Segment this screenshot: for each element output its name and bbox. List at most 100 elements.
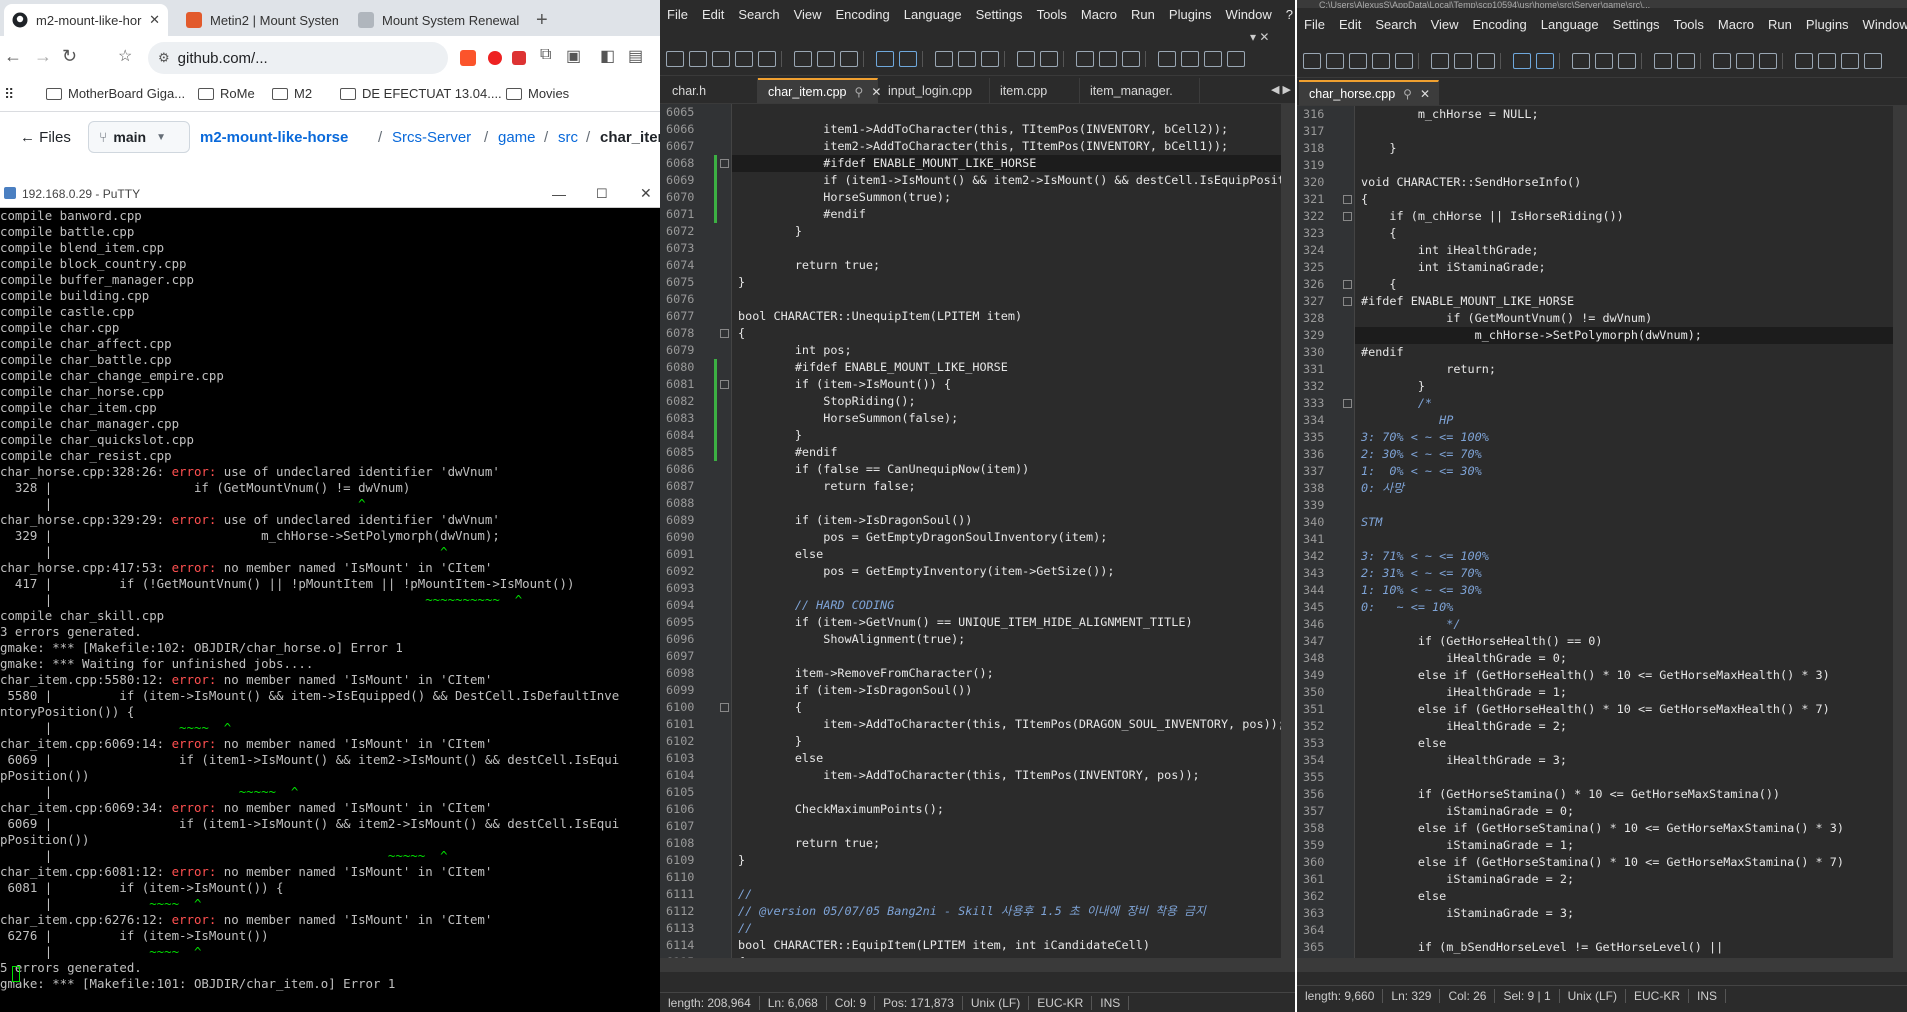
horizontal-scrollbar[interactable] bbox=[1297, 958, 1907, 972]
code-line[interactable]: #ifdef ENABLE_MOUNT_LIKE_HORSE bbox=[738, 359, 1008, 376]
bookmark-folder[interactable]: DE EFECTUAT 13.04.... bbox=[340, 86, 502, 101]
pin-icon[interactable]: ⚲ bbox=[1403, 87, 1412, 101]
function-list-icon[interactable] bbox=[1841, 52, 1859, 69]
maximize-icon[interactable]: ☐ bbox=[596, 186, 608, 202]
code-line[interactable]: iStaminaGrade = 3; bbox=[1361, 905, 1574, 922]
fold-marker-icon[interactable] bbox=[720, 380, 729, 389]
code-line[interactable]: HorseSummon(false); bbox=[738, 410, 958, 427]
tab-scroll-left-icon[interactable]: ◀ ▶ bbox=[1271, 83, 1291, 96]
find-icon[interactable] bbox=[1572, 52, 1590, 69]
code-line[interactable]: int pos; bbox=[738, 342, 852, 359]
media-icon[interactable]: ▣ bbox=[566, 46, 581, 66]
close-icon[interactable]: ✕ bbox=[640, 185, 652, 202]
menu-item[interactable]: Search bbox=[731, 7, 786, 22]
bookmark-folder[interactable]: RoMe bbox=[198, 86, 255, 101]
menu-item[interactable]: File bbox=[1297, 17, 1332, 32]
undo-icon[interactable] bbox=[876, 50, 894, 67]
code-line[interactable]: } bbox=[738, 733, 802, 750]
code-line[interactable]: HorseSummon(true); bbox=[738, 189, 951, 206]
save-icon[interactable] bbox=[712, 50, 730, 67]
save-icon[interactable] bbox=[1349, 52, 1367, 69]
menu-item[interactable]: Settings bbox=[969, 7, 1030, 22]
menu-item[interactable]: ? bbox=[1279, 7, 1295, 22]
file-tab[interactable]: input_login.cpp bbox=[878, 78, 990, 103]
breadcrumb-repo[interactable]: m2-mount-like-horse bbox=[200, 129, 348, 146]
code-line[interactable]: return; bbox=[1361, 361, 1496, 378]
indent-guide-icon[interactable] bbox=[1099, 50, 1117, 67]
show-all-icon[interactable] bbox=[1122, 50, 1140, 67]
close-icon[interactable] bbox=[1395, 52, 1413, 69]
code-line[interactable]: 1: 0% < ~ <= 30% bbox=[1361, 463, 1482, 480]
code-line[interactable]: } bbox=[738, 852, 745, 869]
code-line[interactable]: else if (GetHorseHealth() * 10 <= GetHor… bbox=[1361, 701, 1830, 718]
code-line[interactable]: #endif bbox=[738, 206, 866, 223]
code-line[interactable]: int iHealthGrade; bbox=[1361, 242, 1539, 259]
file-tab[interactable]: char_item.cpp ⚲ ✕ bbox=[758, 78, 881, 103]
menu-item[interactable]: Edit bbox=[695, 7, 731, 22]
fold-marker-icon[interactable] bbox=[1343, 195, 1352, 204]
fold-marker-icon[interactable] bbox=[1343, 399, 1352, 408]
save-all-icon[interactable] bbox=[735, 50, 753, 67]
code-line[interactable]: HP bbox=[1361, 412, 1453, 429]
menu-item[interactable]: Encoding bbox=[829, 7, 897, 22]
undo-icon[interactable] bbox=[1513, 52, 1531, 69]
site-info-icon[interactable]: ⚙ bbox=[158, 50, 170, 66]
code-line[interactable]: /* bbox=[1361, 395, 1432, 412]
code-line[interactable]: if (item->GetVnum() == UNIQUE_ITEM_HIDE_… bbox=[738, 614, 1193, 631]
wallet-icon[interactable]: ▤ bbox=[628, 46, 643, 66]
bookmark-folder[interactable]: Movies bbox=[506, 86, 569, 101]
code-line[interactable]: } bbox=[738, 274, 745, 291]
code-line[interactable]: if (GetHorseHealth() == 0) bbox=[1361, 633, 1603, 650]
code-line[interactable]: 3: 71% < ~ <= 100% bbox=[1361, 548, 1489, 565]
run-icon[interactable] bbox=[1181, 50, 1199, 67]
code-editor[interactable]: 316 m_chHorse = NULL; 317 318 } 319 320 void … bbox=[1297, 106, 1907, 972]
save-all-icon[interactable] bbox=[1372, 52, 1390, 69]
macro-icon[interactable] bbox=[1158, 50, 1176, 67]
code-line[interactable]: { bbox=[1361, 276, 1396, 293]
code-line[interactable]: else if (GetHorseHealth() * 10 <= GetHor… bbox=[1361, 667, 1830, 684]
code-line[interactable]: return true; bbox=[738, 835, 880, 852]
menu-item[interactable]: View bbox=[787, 7, 829, 22]
open-file-icon[interactable] bbox=[1326, 52, 1344, 69]
zoom-out-icon[interactable] bbox=[1017, 50, 1035, 67]
code-line[interactable]: if (item->IsDragonSoul()) bbox=[738, 512, 973, 529]
code-line[interactable]: else bbox=[1361, 888, 1446, 905]
code-line[interactable]: void CHARACTER::SendHorseInfo() bbox=[1361, 174, 1581, 191]
menu-item[interactable]: Macro bbox=[1711, 17, 1761, 32]
code-line[interactable]: if (item1->IsMount() && item2->IsMount()… bbox=[738, 172, 1285, 189]
puzzle-icon[interactable]: ⧉ bbox=[540, 46, 551, 64]
print-icon[interactable] bbox=[794, 50, 812, 67]
code-line[interactable]: return false; bbox=[738, 478, 915, 495]
fold-marker-icon[interactable] bbox=[1343, 297, 1352, 306]
new-tab-button[interactable]: + bbox=[528, 4, 558, 36]
code-line[interactable]: StopRiding(); bbox=[738, 393, 915, 410]
code-line[interactable]: pos = GetEmptyInventory(item->GetSize())… bbox=[738, 563, 1114, 580]
menu-item[interactable]: File bbox=[660, 7, 695, 22]
macro-icon[interactable] bbox=[1795, 52, 1813, 69]
code-line[interactable]: iHealthGrade = 3; bbox=[1361, 752, 1567, 769]
code-line[interactable]: item1->AddToCharacter(this, TItemPos(INV… bbox=[738, 121, 1228, 138]
replace-icon[interactable] bbox=[958, 50, 976, 67]
code-line[interactable]: if (GetHorseStamina() * 10 <= GetHorseMa… bbox=[1361, 786, 1780, 803]
code-line[interactable]: { bbox=[1361, 191, 1368, 208]
code-line[interactable]: item->RemoveFromCharacter(); bbox=[738, 665, 994, 682]
menu-item[interactable]: Settings bbox=[1606, 17, 1667, 32]
zoom-in-icon[interactable] bbox=[1618, 52, 1636, 69]
minimize-icon[interactable]: — bbox=[552, 186, 566, 202]
file-tab[interactable]: char.h bbox=[662, 78, 758, 103]
forward-icon[interactable]: → bbox=[34, 46, 52, 67]
code-line[interactable]: 2: 31% < ~ <= 70% bbox=[1361, 565, 1482, 582]
file-tab[interactable]: item.cpp bbox=[990, 78, 1080, 103]
menu-item[interactable]: Language bbox=[1534, 17, 1606, 32]
copy-icon[interactable] bbox=[840, 50, 858, 67]
code-line[interactable]: // bbox=[738, 886, 752, 903]
fold-marker-icon[interactable] bbox=[1343, 280, 1352, 289]
code-line[interactable]: else bbox=[738, 750, 823, 767]
code-line[interactable]: #ifdef ENABLE_MOUNT_LIKE_HORSE bbox=[1361, 293, 1574, 310]
code-line[interactable]: iHealthGrade = 0; bbox=[1361, 650, 1567, 667]
breadcrumb-folder[interactable]: src bbox=[558, 129, 578, 146]
code-line[interactable]: */ bbox=[1361, 616, 1460, 633]
code-line[interactable]: iStaminaGrade = 0; bbox=[1361, 803, 1574, 820]
back-icon[interactable]: ← bbox=[4, 46, 22, 67]
code-line[interactable]: if (false == CanUnequipNow(item)) bbox=[738, 461, 1029, 478]
